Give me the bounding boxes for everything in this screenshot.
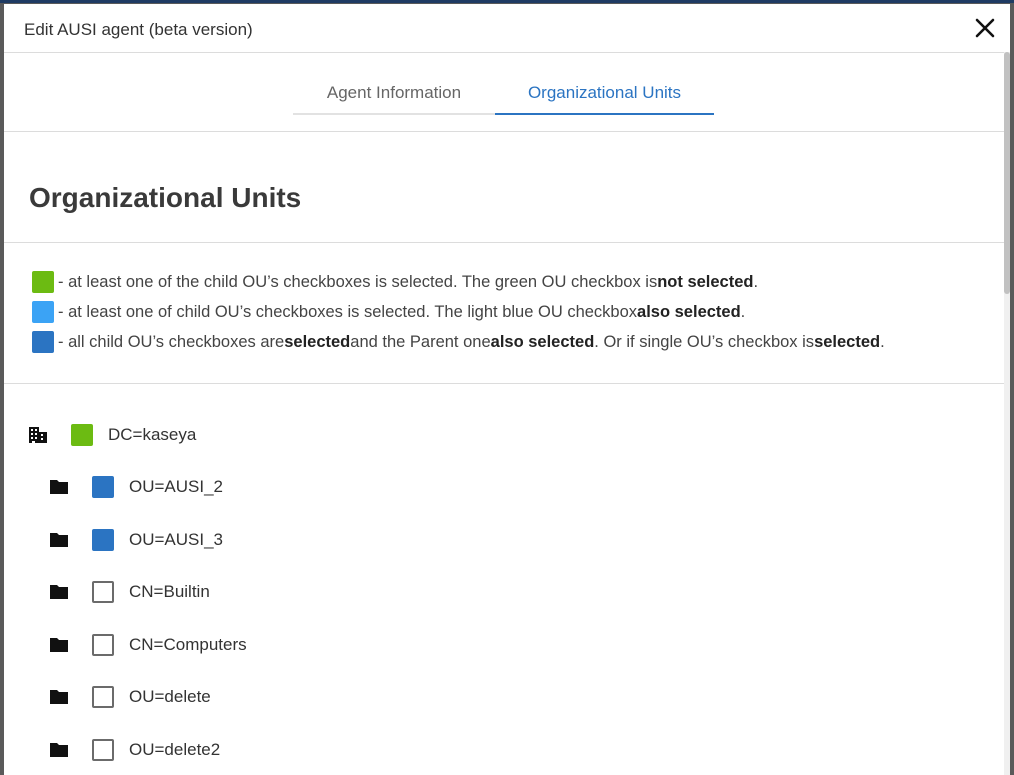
tree-node-root: DC=kaseya xyxy=(28,423,196,447)
tree-node: OU=delete2 xyxy=(49,738,220,762)
tree-node: CN=Computers xyxy=(49,633,247,657)
legend-bold: also selected xyxy=(490,332,595,351)
legend-text: . xyxy=(880,332,885,351)
dialog-title: Edit AUSI agent (beta version) xyxy=(24,20,253,39)
background-app-bar xyxy=(0,0,1014,3)
dark-blue-swatch xyxy=(32,331,54,353)
tree-node-label[interactable]: DC=kaseya xyxy=(108,425,196,445)
tree-checkbox[interactable] xyxy=(92,686,114,708)
vertical-scrollbar[interactable] xyxy=(1004,52,1010,775)
tree-node-label[interactable]: OU=AUSI_3 xyxy=(129,530,223,550)
light-blue-swatch xyxy=(32,301,54,323)
ou-tree: DC=kaseya OU=AUSI_2 OU=AUSI_3 CN=Builtin xyxy=(4,384,1004,775)
tree-checkbox[interactable] xyxy=(92,739,114,761)
legend-bold: not selected xyxy=(657,272,754,291)
legend-row-green: - at least one of the child OU’s checkbo… xyxy=(32,271,758,293)
scrollbar-thumb[interactable] xyxy=(1004,52,1010,294)
folder-icon xyxy=(49,582,69,602)
tree-node: CN=Builtin xyxy=(49,580,210,604)
legend-text: . xyxy=(753,272,759,291)
folder-icon xyxy=(49,687,69,707)
tree-node-label[interactable]: OU=delete2 xyxy=(129,740,220,760)
close-icon xyxy=(975,18,995,38)
legend-text: . Or if single OU’s checkbox is xyxy=(594,332,815,351)
folder-icon xyxy=(49,530,69,550)
green-swatch xyxy=(32,271,54,293)
edit-agent-dialog: Edit AUSI agent (beta version) Agent Inf… xyxy=(4,4,1010,775)
tab-agent-information[interactable]: Agent Information xyxy=(293,77,495,113)
tabs-area: Agent Information Organizational Units xyxy=(4,52,1004,132)
tree-checkbox[interactable] xyxy=(92,634,114,656)
tree-node: OU=delete xyxy=(49,685,211,709)
legend: - at least one of the child OU’s checkbo… xyxy=(4,243,1004,384)
tree-node-label[interactable]: OU=AUSI_2 xyxy=(129,477,223,497)
building-icon xyxy=(28,425,48,445)
legend-text: - at least one of child OU’s checkboxes … xyxy=(58,302,638,321)
section-header: Organizational Units xyxy=(4,132,1004,243)
tree-node-label[interactable]: CN=Builtin xyxy=(129,582,210,602)
tab-bar: Agent Information Organizational Units xyxy=(293,77,714,115)
legend-bold: also selected xyxy=(637,302,741,321)
tree-node-label[interactable]: OU=delete xyxy=(129,687,211,707)
legend-bold: selected xyxy=(814,332,881,351)
tree-node-label[interactable]: CN=Computers xyxy=(129,635,247,655)
legend-text: - at least one of the child OU’s checkbo… xyxy=(58,272,658,291)
folder-icon xyxy=(49,635,69,655)
tab-organizational-units[interactable]: Organizational Units xyxy=(495,77,714,115)
close-button[interactable] xyxy=(970,14,1000,44)
folder-icon xyxy=(49,477,69,497)
dialog-header: Edit AUSI agent (beta version) xyxy=(4,4,1010,53)
folder-icon xyxy=(49,740,69,760)
tree-checkbox[interactable] xyxy=(92,529,114,551)
legend-row-light-blue: - at least one of child OU’s checkboxes … xyxy=(32,301,745,323)
section-title: Organizational Units xyxy=(29,182,302,213)
legend-text: - all child OU’s checkboxes are xyxy=(58,332,285,351)
tree-checkbox[interactable] xyxy=(71,424,93,446)
legend-text: . xyxy=(740,302,746,321)
tree-node: OU=AUSI_2 xyxy=(49,475,223,499)
legend-text: and the Parent one xyxy=(350,332,491,351)
tree-checkbox[interactable] xyxy=(92,581,114,603)
legend-row-dark-blue: - all child OU’s checkboxes are selected… xyxy=(32,331,885,353)
legend-bold: selected xyxy=(284,332,351,351)
tree-node: OU=AUSI_3 xyxy=(49,528,223,552)
tree-checkbox[interactable] xyxy=(92,476,114,498)
